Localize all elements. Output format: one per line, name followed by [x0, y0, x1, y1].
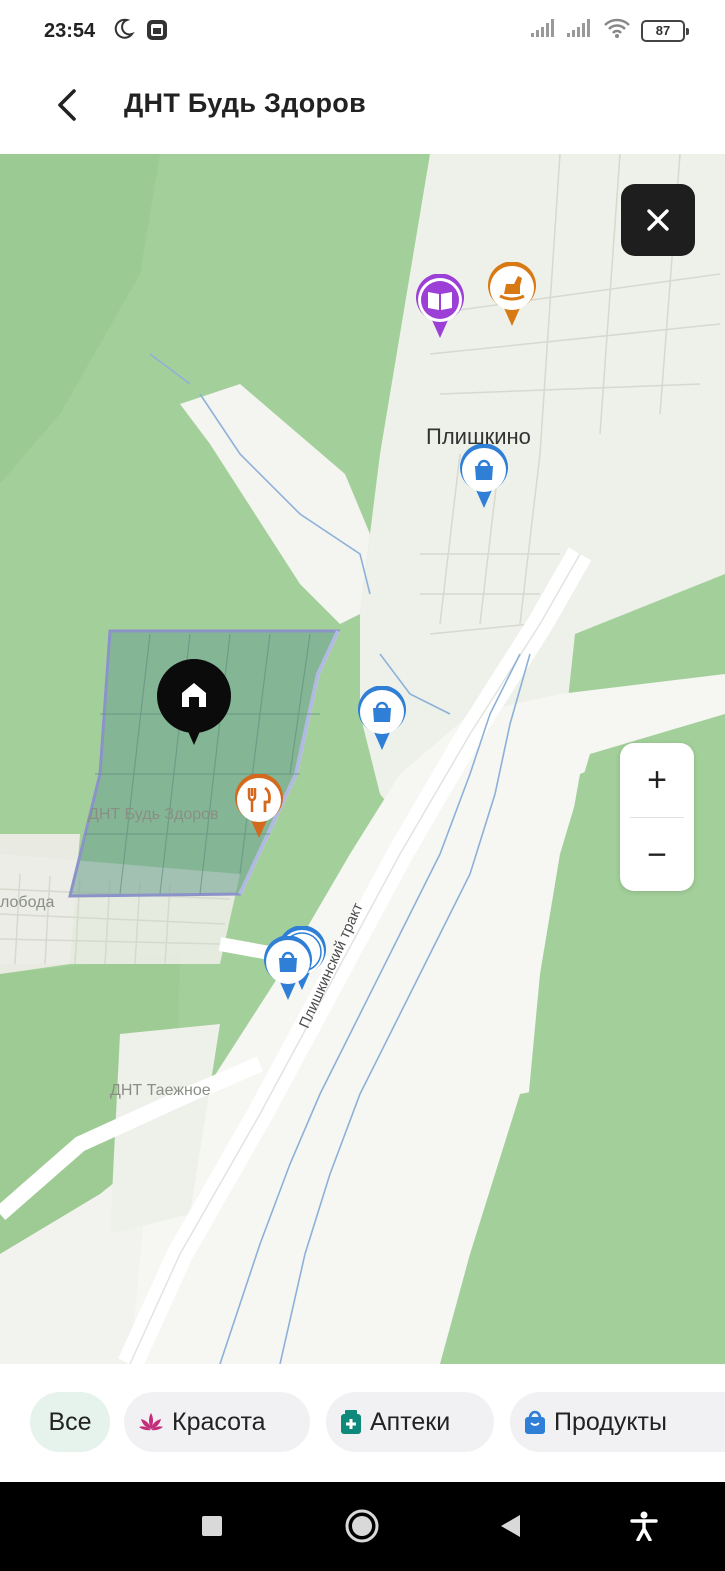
category-label: Красота	[172, 1407, 266, 1436]
page-title: ДНТ Будь Здоров	[124, 88, 366, 118]
zoom-controls: + −	[620, 743, 694, 891]
shop-poi-pin[interactable]	[262, 935, 314, 1007]
home-button[interactable]	[340, 1504, 384, 1548]
shopping-bag-icon	[460, 443, 508, 508]
wifi-icon	[603, 18, 631, 43]
circle-icon	[345, 1509, 379, 1543]
shopping-bag-icon	[524, 1409, 546, 1435]
zoom-out-button[interactable]: −	[620, 818, 694, 891]
category-label: Все	[48, 1407, 92, 1436]
category-chip-all[interactable]: Все	[30, 1392, 110, 1452]
header: ДНТ Будь Здоров	[0, 62, 725, 154]
recents-button[interactable]	[190, 1504, 234, 1548]
rocking-horse-icon	[488, 261, 536, 326]
battery-indicator: 87	[641, 19, 689, 42]
pharmacy-icon	[340, 1409, 362, 1435]
home-location-pin[interactable]	[155, 659, 233, 752]
back-button[interactable]	[44, 82, 90, 128]
shop-poi-pin[interactable]	[458, 443, 510, 515]
signal-icon	[531, 19, 557, 42]
fork-knife-icon	[235, 773, 283, 838]
books-poi-pin[interactable]	[414, 273, 466, 345]
book-icon	[416, 273, 464, 338]
shop-poi-pin[interactable]	[356, 685, 408, 757]
app-notification-icon	[146, 19, 168, 46]
shopping-bag-icon	[358, 685, 406, 750]
zoom-in-button[interactable]: +	[620, 743, 694, 817]
category-bar: Все Красота Аптеки Продукты	[0, 1364, 725, 1482]
area-label: ДНТ Будь Здоров	[88, 806, 219, 823]
accessibility-icon	[630, 1511, 658, 1541]
category-chip-pharmacy[interactable]: Аптеки	[326, 1392, 494, 1452]
toys-poi-pin[interactable]	[486, 261, 538, 333]
map-view[interactable]: Плишкино ДНТ Будь Здоров лобода ДНТ Таеж…	[0, 154, 725, 1364]
status-bar: 23:54 87	[0, 0, 725, 62]
category-chip-groceries[interactable]: Продукты	[510, 1392, 725, 1452]
triangle-back-icon	[501, 1515, 520, 1537]
close-map-button[interactable]	[621, 184, 695, 256]
system-navigation-bar	[0, 1482, 725, 1571]
category-label: Продукты	[554, 1407, 667, 1436]
signal-icon	[567, 19, 593, 42]
shopping-bag-icon	[264, 935, 312, 1000]
close-icon	[647, 209, 669, 231]
status-indicators: 87	[531, 18, 689, 43]
chevron-left-icon	[58, 89, 76, 121]
restaurant-poi-pin[interactable]	[232, 773, 286, 845]
square-icon	[202, 1516, 222, 1536]
map-canvas	[0, 154, 725, 1364]
sloboda-label: лобода	[0, 894, 55, 911]
house-icon	[157, 659, 231, 745]
status-time: 23:54	[44, 20, 96, 42]
system-back-button[interactable]	[488, 1504, 532, 1548]
do-not-disturb-icon	[112, 16, 136, 47]
category-label: Аптеки	[370, 1407, 451, 1436]
accessibility-button[interactable]	[622, 1504, 666, 1548]
taezhnoe-label: ДНТ Таежное	[110, 1082, 211, 1099]
category-chip-beauty[interactable]: Красота	[124, 1392, 310, 1452]
lotus-icon	[138, 1411, 164, 1433]
